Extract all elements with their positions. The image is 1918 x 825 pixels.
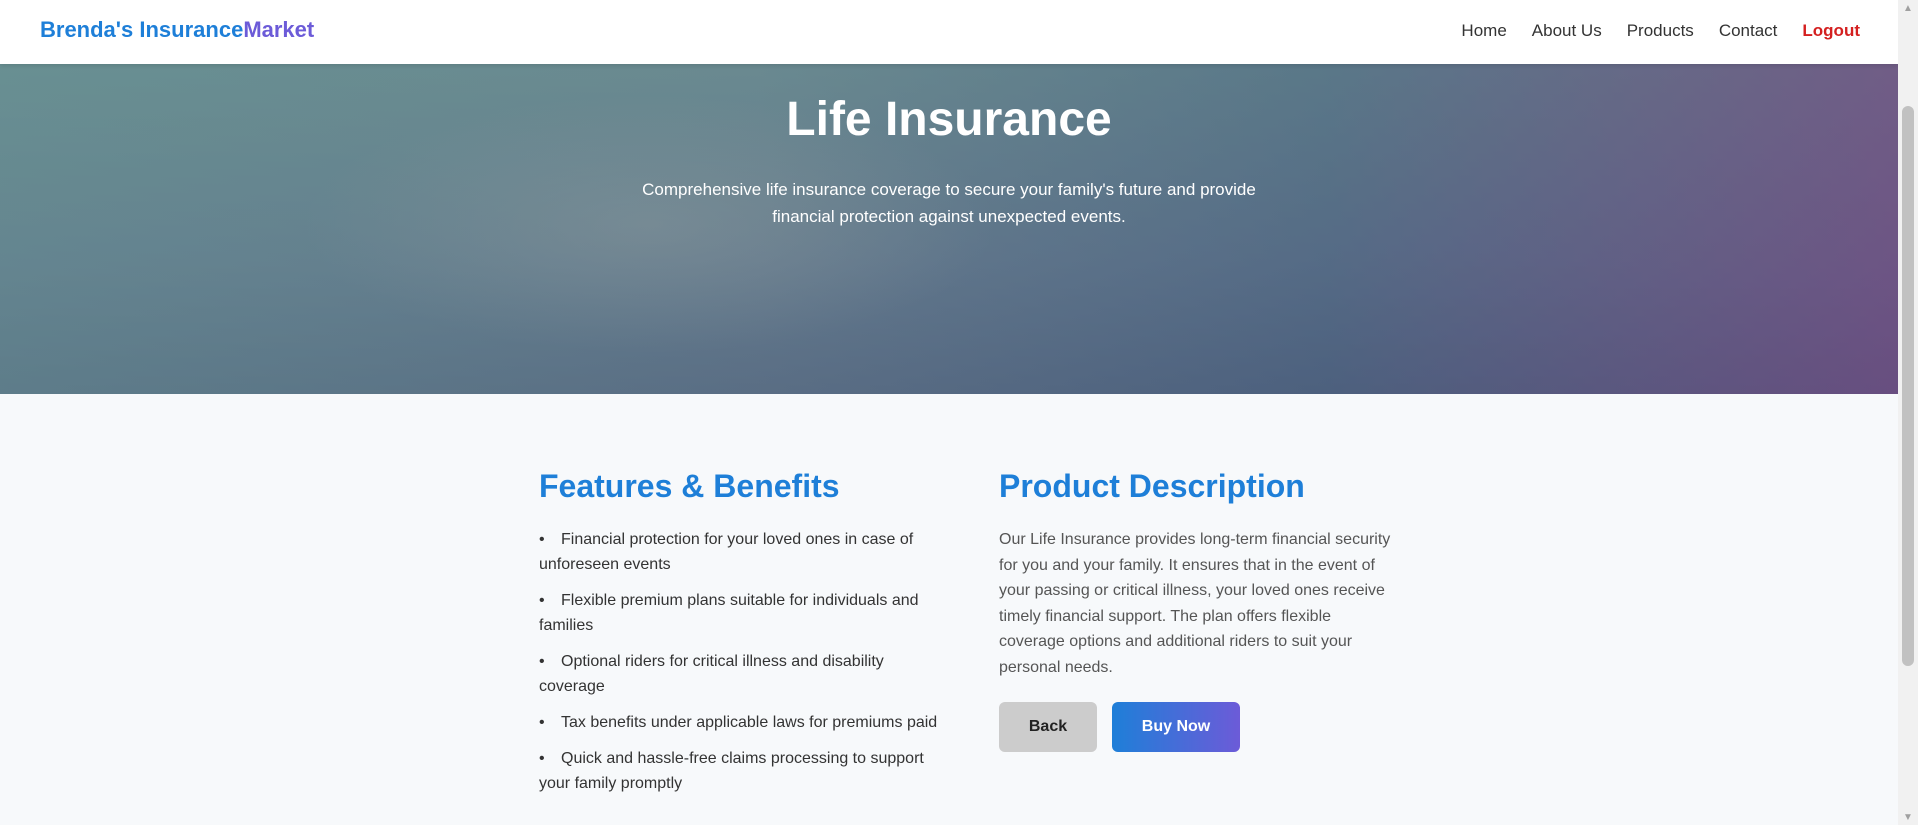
features-heading: Features & Benefits — [539, 468, 840, 504]
brand-name-part2: Market — [243, 17, 315, 42]
product-content: Features & Benefits • Financial protectio… — [0, 394, 1898, 825]
description-heading: Product Description — [999, 468, 1305, 504]
buy-now-button[interactable]: Buy Now — [1112, 701, 1240, 752]
feature-text: Financial protection for your loved ones… — [539, 531, 914, 573]
main-nav: Home About Us Products Contact Logout — [1461, 21, 1860, 41]
bullet-icon: • — [539, 653, 545, 670]
feature-item: • Flexible premium plans suitable for ind… — [539, 588, 949, 638]
hero-title: Life Insurance — [786, 93, 1112, 146]
hero-banner: Life Insurance Comprehensive life insura… — [0, 64, 1898, 394]
bullet-icon: • — [539, 714, 545, 731]
back-button[interactable]: Back — [999, 701, 1097, 752]
description-column: Product Description Our Life Insurance p… — [999, 468, 1399, 752]
nav-logout-link[interactable]: Logout — [1802, 21, 1860, 41]
hero-subtitle: Comprehensive life insurance coverage to… — [642, 180, 1256, 226]
feature-text: Quick and hassle-free claims processing … — [539, 750, 924, 792]
feature-text: Tax benefits under applicable laws for p… — [561, 714, 938, 731]
top-navbar: Brenda's InsuranceMarket Home About Us P… — [0, 0, 1898, 64]
feature-item: • Tax benefits under applicable laws for … — [539, 710, 949, 735]
feature-item: • Financial protection for your loved one… — [539, 527, 949, 577]
brand-logo[interactable]: Brenda's InsuranceMarket — [40, 17, 314, 43]
nav-about-link[interactable]: About Us — [1532, 21, 1602, 41]
nav-home-link[interactable]: Home — [1461, 21, 1506, 41]
vertical-scrollbar[interactable]: ▲ ▼ — [1898, 0, 1918, 825]
scrollbar-thumb[interactable] — [1902, 106, 1914, 666]
bullet-icon: • — [539, 750, 545, 767]
feature-item: • Quick and hassle-free claims processing… — [539, 746, 949, 796]
brand-name-part1: Brenda's Insurance — [40, 17, 244, 42]
bullet-icon: • — [539, 531, 545, 548]
nav-products-link[interactable]: Products — [1627, 21, 1694, 41]
feature-text: Flexible premium plans suitable for indi… — [539, 592, 919, 634]
description-body: Our Life Insurance provides long-term fi… — [999, 531, 1391, 676]
scroll-down-arrow-icon[interactable]: ▼ — [1898, 809, 1918, 825]
feature-text: Optional riders for critical illness and… — [539, 653, 884, 695]
features-column: Features & Benefits • Financial protectio… — [539, 468, 949, 807]
nav-contact-link[interactable]: Contact — [1719, 21, 1778, 41]
scroll-up-arrow-icon[interactable]: ▲ — [1898, 0, 1918, 16]
action-buttons: Back Buy Now — [999, 701, 1399, 752]
page: Brenda's InsuranceMarket Home About Us P… — [0, 0, 1918, 825]
features-list: • Financial protection for your loved one… — [539, 527, 949, 796]
feature-item: • Optional riders for critical illness an… — [539, 649, 949, 699]
bullet-icon: • — [539, 592, 545, 609]
